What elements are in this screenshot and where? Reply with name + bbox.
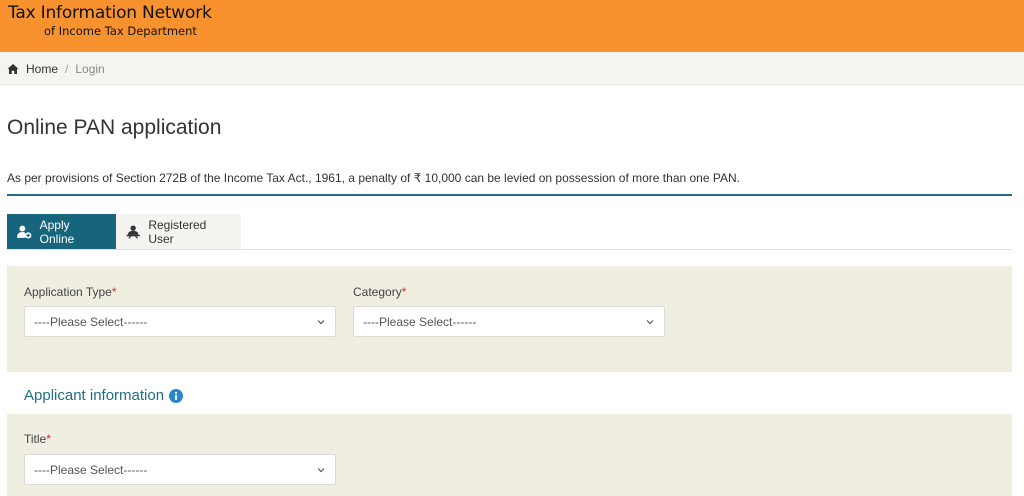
breadcrumb-separator: / xyxy=(65,62,69,76)
category-label: Category* xyxy=(353,285,407,299)
penalty-notice: As per provisions of Section 272B of the… xyxy=(7,171,740,185)
applicant-info-heading: Applicant information xyxy=(24,387,184,404)
breadcrumb-home-link[interactable]: Home xyxy=(26,62,58,76)
page-title: Online PAN application xyxy=(7,116,222,139)
title-divider xyxy=(7,194,1012,196)
chevron-down-icon xyxy=(317,320,325,325)
tab-bar: Apply Online Registered User xyxy=(7,214,241,250)
tabs-divider xyxy=(7,249,1012,250)
home-icon[interactable] xyxy=(7,63,19,75)
tab-registered-user-label: Registered User xyxy=(148,218,207,246)
site-header: Tax Information Network of Income Tax De… xyxy=(0,0,1024,52)
brand-subtitle[interactable]: of Income Tax Department xyxy=(44,24,197,38)
info-icon[interactable] xyxy=(169,388,184,403)
application-panel: Application Type* ----Please Select-----… xyxy=(7,266,1012,372)
application-type-value: ----Please Select------ xyxy=(34,314,148,329)
title-select[interactable]: ----Please Select------ xyxy=(24,454,336,485)
category-value: ----Please Select------ xyxy=(363,314,477,329)
applicant-info-title: Applicant information xyxy=(24,387,165,404)
chevron-down-icon xyxy=(317,468,325,473)
breadcrumb-bar: Home / Login xyxy=(0,52,1024,85)
title-value: ----Please Select------ xyxy=(34,462,148,477)
user-add-icon xyxy=(17,225,32,239)
tab-registered-user[interactable]: Registered User xyxy=(116,214,241,250)
tab-apply-online-label: Apply Online xyxy=(39,218,75,246)
breadcrumb: Home / Login xyxy=(7,62,105,76)
title-label: Title* xyxy=(24,432,51,446)
chevron-down-icon xyxy=(646,320,654,325)
applicant-panel: Title* ----Please Select------ xyxy=(7,414,1012,496)
application-type-select[interactable]: ----Please Select------ xyxy=(24,306,336,337)
tab-apply-online[interactable]: Apply Online xyxy=(7,214,116,250)
application-type-label: Application Type* xyxy=(24,285,117,299)
category-select[interactable]: ----Please Select------ xyxy=(353,306,665,337)
user-login-icon xyxy=(126,225,140,239)
brand-title[interactable]: Tax Information Network xyxy=(8,3,212,23)
breadcrumb-current: Login xyxy=(75,62,105,76)
